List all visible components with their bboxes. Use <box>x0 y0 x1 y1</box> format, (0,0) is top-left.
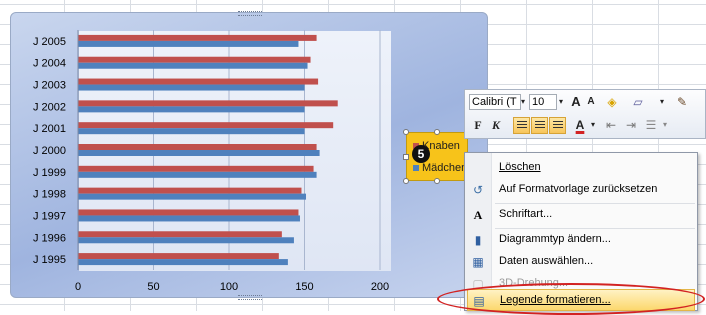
bar-knaben-J2005[interactable] <box>78 34 317 41</box>
bullets-dropdown-icon[interactable]: ▾ <box>661 117 669 133</box>
legend-label-maedchen: Mädchen <box>422 162 468 174</box>
increase-indent-icon[interactable]: ⇥ <box>623 117 639 133</box>
bar-mdchen-J1997[interactable] <box>78 215 300 222</box>
menu-item-reset-style[interactable]: ↺ Auf Formatvorlage zurücksetzen <box>465 179 697 201</box>
bar-mdchen-J1996[interactable] <box>78 237 294 244</box>
bar-mdchen-J1999[interactable] <box>78 171 317 178</box>
x-tick-label: 100 <box>220 281 238 293</box>
bullets-icon[interactable]: ☰ <box>643 117 659 133</box>
legend-selection-handle[interactable] <box>434 129 440 135</box>
y-category-label: J 2004 <box>33 58 66 70</box>
font-color-dropdown-icon[interactable]: ▾ <box>589 117 597 133</box>
menu-item-label: Auf Formatvorlage zurücksetzen <box>499 183 658 195</box>
highlight-ellipse <box>437 283 705 315</box>
align-center-button[interactable] <box>531 117 548 134</box>
bar-knaben-J1997[interactable] <box>78 209 299 216</box>
y-category-label: J 2002 <box>33 101 66 113</box>
menu-item-label: Schriftart... <box>499 208 553 220</box>
legend-selection-handle[interactable] <box>403 129 409 135</box>
menu-item-change-chart-type[interactable]: ▮ Diagrammtyp ändern... <box>465 229 697 251</box>
bar-mdchen-J2000[interactable] <box>78 150 320 156</box>
toolbar-row-font: Calibri (T ▾ 10 ▾ A A ◈ ▱ ▾ ✎ <box>469 94 705 112</box>
x-tick-label: 150 <box>295 281 313 293</box>
legend-selection-handle[interactable] <box>434 178 440 184</box>
chart-type-icon: ▮ <box>474 233 482 247</box>
y-category-label: J 1999 <box>33 167 66 179</box>
step-badge: 5 <box>412 145 430 163</box>
y-category-label: J 1995 <box>33 254 66 266</box>
align-left-button[interactable] <box>513 117 530 134</box>
menu-item-font[interactable]: A Schriftart... <box>465 204 697 226</box>
font-color-button[interactable]: A <box>573 117 587 133</box>
bold-button[interactable]: F <box>471 117 485 133</box>
bar-mdchen-J1995[interactable] <box>78 259 288 266</box>
bar-knaben-J2003[interactable] <box>78 78 319 85</box>
align-right-button[interactable] <box>549 117 566 134</box>
bar-knaben-J2002[interactable] <box>78 100 338 107</box>
font-size-value: 10 <box>532 96 545 108</box>
legend-selection-handle[interactable] <box>403 178 409 184</box>
y-category-label: J 2003 <box>33 80 66 92</box>
bar-mdchen-J2004[interactable] <box>78 62 308 69</box>
bar-knaben-J1996[interactable] <box>78 231 282 238</box>
menu-item-label: Daten auswählen... <box>499 255 594 267</box>
bar-mdchen-J2002[interactable] <box>78 106 305 113</box>
select-data-icon: ▦ <box>472 255 484 269</box>
font-name-value: Calibri (T <box>472 96 517 108</box>
italic-button[interactable]: K <box>489 117 503 133</box>
font-size-select[interactable]: 10 <box>529 94 557 110</box>
x-tick-label: 200 <box>371 281 389 293</box>
bar-knaben-J1998[interactable] <box>78 187 302 194</box>
bar-mdchen-J2001[interactable] <box>78 128 305 135</box>
y-category-label: J 2005 <box>33 36 66 48</box>
reset-style-icon: ↺ <box>472 183 484 197</box>
menu-item-select-data[interactable]: ▦ Daten auswählen... <box>465 251 697 273</box>
align-left-icon <box>517 121 527 130</box>
y-category-label: J 1996 <box>33 232 66 244</box>
menu-item-label: Löschen <box>499 161 541 173</box>
toolbar-row-format: F K A ▾ ⇤ ⇥ ☰ ▾ <box>469 117 705 135</box>
bar-mdchen-J1998[interactable] <box>78 193 307 200</box>
mini-toolbar: Calibri (T ▾ 10 ▾ A A ◈ ▱ ▾ ✎ F K A ▾ ⇤ … <box>464 89 706 139</box>
x-tick-label: 50 <box>147 281 159 293</box>
bar-knaben-J2001[interactable] <box>78 122 334 129</box>
y-category-label: J 2000 <box>33 145 66 157</box>
bar-mdchen-J2003[interactable] <box>78 84 305 91</box>
bar-mdchen-J2005[interactable] <box>78 40 299 47</box>
font-icon: A <box>473 208 483 222</box>
bar-knaben-J2000[interactable] <box>78 144 317 150</box>
font-name-select[interactable]: Calibri (T <box>469 94 521 110</box>
font-name-dropdown-icon[interactable]: ▾ <box>519 94 527 110</box>
legend-swatch-maedchen <box>413 165 419 171</box>
format-painter-icon[interactable]: ✎ <box>673 94 691 110</box>
bar-knaben-J1999[interactable] <box>78 165 314 172</box>
outline-dropdown-icon[interactable]: ▾ <box>655 94 669 110</box>
legend-selection-handle[interactable] <box>403 154 409 160</box>
shrink-font-button[interactable]: A <box>585 94 597 110</box>
fill-color-icon[interactable]: ◈ <box>603 94 621 110</box>
bar-knaben-J2004[interactable] <box>78 56 311 63</box>
x-tick-label: 0 <box>75 281 81 293</box>
legend-entry-maedchen[interactable]: Mädchen <box>413 162 467 174</box>
font-size-dropdown-icon[interactable]: ▾ <box>557 94 565 110</box>
bar-knaben-J1995[interactable] <box>78 253 279 260</box>
align-center-icon <box>535 121 545 130</box>
grow-font-button[interactable]: A <box>569 94 583 110</box>
menu-item-delete[interactable]: Löschen <box>465 157 697 179</box>
decrease-indent-icon[interactable]: ⇤ <box>603 117 619 133</box>
menu-item-label: Diagrammtyp ändern... <box>499 233 611 245</box>
outline-color-icon[interactable]: ▱ <box>629 94 647 110</box>
align-right-icon <box>553 121 563 130</box>
delete-icon <box>471 161 485 175</box>
y-category-label: J 1997 <box>33 210 66 222</box>
y-category-label: J 2001 <box>33 123 66 135</box>
y-category-label: J 1998 <box>33 189 66 201</box>
